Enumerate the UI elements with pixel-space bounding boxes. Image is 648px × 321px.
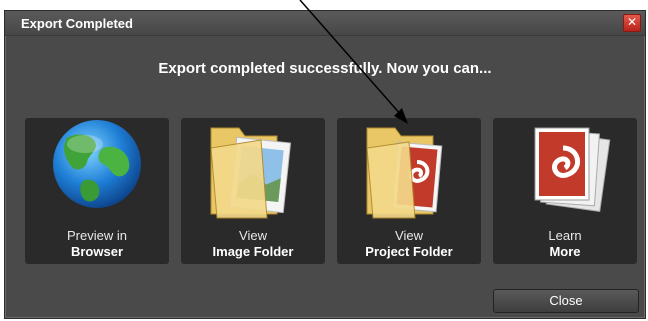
tile-line1: Learn: [548, 228, 582, 243]
learn-more-button[interactable]: Learn More: [493, 118, 637, 264]
view-project-folder-button[interactable]: View Project Folder: [337, 118, 481, 264]
preview-in-browser-button[interactable]: Preview in Browser: [25, 118, 169, 264]
tile-line2: Browser: [70, 244, 124, 259]
documents-icon: [534, 127, 611, 212]
export-completed-dialog: Export Completed ✕ Export completed succ…: [4, 10, 646, 319]
tile-line2: Project Folder: [365, 244, 453, 259]
tile-line1: Preview in: [67, 228, 127, 243]
tile-line2: More: [549, 244, 581, 259]
view-image-folder-button[interactable]: View Image Folder: [181, 118, 325, 264]
project-folder-icon: [366, 127, 443, 219]
close-icon[interactable]: ✕: [623, 14, 641, 32]
tile-line1: View: [239, 228, 267, 243]
globe-icon: [53, 120, 141, 208]
tile-line1: View: [395, 228, 423, 243]
close-button[interactable]: Close: [493, 289, 639, 313]
image-folder-icon: [210, 127, 292, 219]
dialog-title: Export Completed: [21, 16, 133, 31]
headline: Export completed successfully. Now you c…: [158, 60, 492, 77]
title-bar: Export Completed ✕: [5, 11, 645, 36]
tile-line2: Image Folder: [212, 244, 294, 259]
